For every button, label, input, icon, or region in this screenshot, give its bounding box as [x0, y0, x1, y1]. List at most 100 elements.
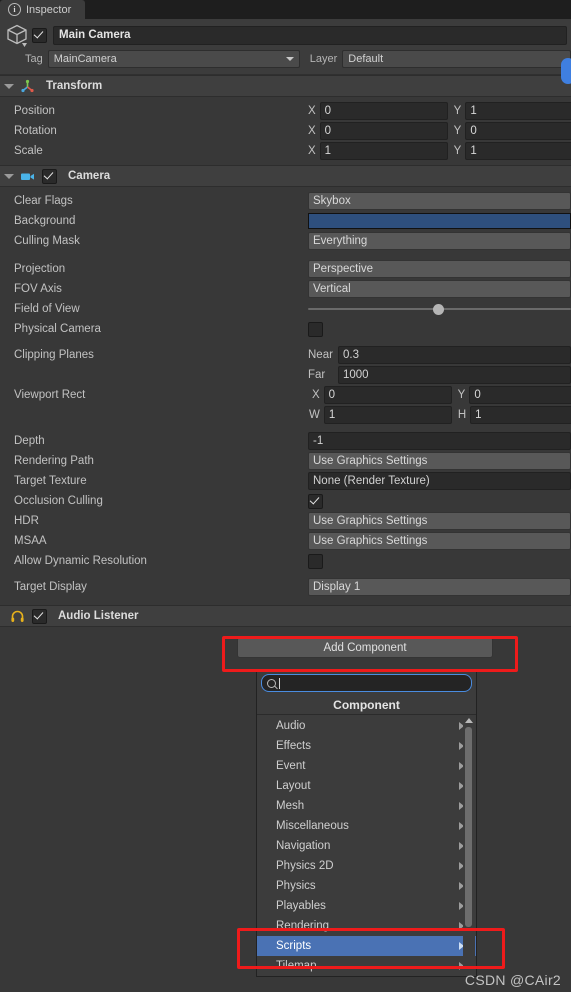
- target-texture-object-field[interactable]: None (Render Texture): [308, 472, 571, 490]
- near-value: 0.3: [343, 349, 359, 361]
- property-row-clipping-planes-far: Far 1000: [0, 365, 571, 385]
- menu-item-physics-2d[interactable]: Physics 2D: [257, 856, 476, 876]
- viewport-x-input[interactable]: 0: [323, 386, 452, 404]
- menu-item-audio[interactable]: Audio: [257, 716, 476, 736]
- menu-item-label: Miscellaneous: [276, 820, 349, 832]
- field-of-view-slider[interactable]: [308, 301, 571, 317]
- viewport-y-input[interactable]: 0: [469, 386, 571, 404]
- menu-item-event[interactable]: Event: [257, 756, 476, 776]
- rotation-y-axis-label: Y: [453, 125, 462, 137]
- audio-listener-enabled-checkbox[interactable]: [32, 608, 47, 624]
- menu-item-label: Tilemap: [276, 960, 317, 972]
- property-row-viewport-rect-wh: W 1 H 1: [0, 405, 571, 425]
- background-color-swatch[interactable]: [308, 213, 571, 229]
- component-header-camera[interactable]: Camera: [0, 165, 571, 187]
- add-component-popup: Component Audio Effects Event Layout Mesh Mis…: [256, 669, 477, 977]
- component-search-input[interactable]: [261, 674, 472, 692]
- component-header-transform[interactable]: Transform: [0, 75, 571, 97]
- msaa-dropdown[interactable]: Use Graphics Settings: [308, 532, 571, 550]
- clear-flags-label: Clear Flags: [14, 195, 73, 207]
- hdr-dropdown[interactable]: Use Graphics Settings: [308, 512, 571, 530]
- projection-dropdown[interactable]: Perspective: [308, 260, 571, 278]
- menu-item-label: Navigation: [276, 840, 331, 852]
- property-row-depth: Depth -1: [0, 431, 571, 451]
- scrollbar-thumb[interactable]: [465, 727, 472, 927]
- layer-dropdown-highlight[interactable]: [561, 58, 571, 84]
- layer-label: Layer: [309, 53, 338, 65]
- scale-x-input[interactable]: 1: [319, 142, 448, 160]
- object-name-input[interactable]: Main Camera: [53, 25, 567, 45]
- physical-camera-label: Physical Camera: [14, 323, 101, 335]
- tag-dropdown[interactable]: MainCamera: [47, 50, 300, 68]
- position-y-input[interactable]: 1: [465, 102, 571, 120]
- component-popup-title: Component: [257, 695, 476, 715]
- scale-y-input[interactable]: 1: [465, 142, 571, 160]
- menu-item-label: Physics: [276, 880, 316, 892]
- tag-layer-row: Tag MainCamera Layer Default: [0, 50, 571, 68]
- viewport-y-label: Y: [457, 389, 466, 401]
- allow-dynamic-resolution-label: Allow Dynamic Resolution: [14, 555, 147, 567]
- property-row-target-display: Target Display Display 1: [0, 577, 571, 597]
- object-enabled-checkbox[interactable]: [32, 27, 47, 43]
- transform-axis-icon: [20, 79, 35, 94]
- fov-axis-dropdown[interactable]: Vertical: [308, 280, 571, 298]
- occlusion-culling-checkbox[interactable]: [308, 493, 323, 509]
- menu-item-effects[interactable]: Effects: [257, 736, 476, 756]
- field-of-view-label: Field of View: [14, 303, 80, 315]
- component-header-audio-listener[interactable]: Audio Listener: [0, 605, 571, 627]
- add-component-label: Add Component: [323, 641, 407, 654]
- menu-scrollbar[interactable]: [463, 716, 475, 976]
- camera-enabled-checkbox[interactable]: [42, 168, 57, 184]
- menu-item-playables[interactable]: Playables: [257, 896, 476, 916]
- physical-camera-checkbox[interactable]: [308, 321, 323, 337]
- near-input[interactable]: 0.3: [338, 346, 571, 364]
- culling-mask-dropdown[interactable]: Everything: [308, 232, 571, 250]
- search-icon: [267, 678, 276, 688]
- property-row-field-of-view: Field of View: [0, 299, 571, 319]
- target-texture-label: Target Texture: [14, 475, 87, 487]
- menu-item-miscellaneous[interactable]: Miscellaneous: [257, 816, 476, 836]
- target-display-value: Display 1: [313, 581, 361, 593]
- scale-x-value: 1: [324, 145, 332, 157]
- menu-item-physics[interactable]: Physics: [257, 876, 476, 896]
- component-popup-title-label: Component: [333, 697, 400, 712]
- foldout-arrow-icon[interactable]: [4, 83, 14, 89]
- property-row-rotation: Rotation X 0 Y 0: [0, 121, 571, 141]
- cube-icon: [4, 22, 30, 48]
- watermark: CSDN @CAir2: [464, 972, 561, 988]
- menu-item-scripts[interactable]: Scripts: [257, 936, 476, 956]
- camera-properties: Clear Flags Skybox Background Culling Ma…: [0, 187, 571, 605]
- fov-axis-value: Vertical: [313, 283, 351, 295]
- add-component-button[interactable]: Add Component: [237, 637, 493, 658]
- depth-input[interactable]: -1: [308, 432, 571, 450]
- target-display-dropdown[interactable]: Display 1: [308, 578, 571, 596]
- far-input[interactable]: 1000: [338, 366, 571, 384]
- allow-dynamic-resolution-checkbox[interactable]: [308, 553, 323, 569]
- rotation-y-input[interactable]: 0: [465, 122, 571, 140]
- position-x-input[interactable]: 0: [319, 102, 448, 120]
- rotation-x-input[interactable]: 0: [319, 122, 448, 140]
- menu-item-navigation[interactable]: Navigation: [257, 836, 476, 856]
- menu-item-tilemap[interactable]: Tilemap: [257, 956, 476, 976]
- menu-item-layout[interactable]: Layout: [257, 776, 476, 796]
- culling-mask-value: Everything: [313, 235, 368, 247]
- rendering-path-dropdown[interactable]: Use Graphics Settings: [308, 452, 571, 470]
- projection-label: Projection: [14, 263, 66, 275]
- tab-inspector[interactable]: i Inspector: [0, 0, 86, 19]
- rotation-label: Rotation: [14, 125, 57, 137]
- property-row-msaa: MSAA Use Graphics Settings: [0, 531, 571, 551]
- layer-dropdown[interactable]: Default: [342, 50, 571, 68]
- clipping-planes-label: Clipping Planes: [14, 349, 94, 361]
- foldout-arrow-icon[interactable]: [4, 173, 14, 179]
- menu-item-mesh[interactable]: Mesh: [257, 796, 476, 816]
- culling-mask-label: Culling Mask: [14, 235, 80, 247]
- viewport-w-input[interactable]: 1: [323, 406, 452, 424]
- scroll-up-arrow-icon[interactable]: [465, 718, 473, 723]
- background-label: Background: [14, 215, 76, 227]
- property-row-background: Background: [0, 211, 571, 231]
- property-row-rendering-path: Rendering Path Use Graphics Settings: [0, 451, 571, 471]
- menu-item-rendering[interactable]: Rendering: [257, 916, 476, 936]
- slider-handle[interactable]: [432, 303, 444, 315]
- clear-flags-dropdown[interactable]: Skybox: [308, 192, 571, 210]
- viewport-h-input[interactable]: 1: [470, 406, 571, 424]
